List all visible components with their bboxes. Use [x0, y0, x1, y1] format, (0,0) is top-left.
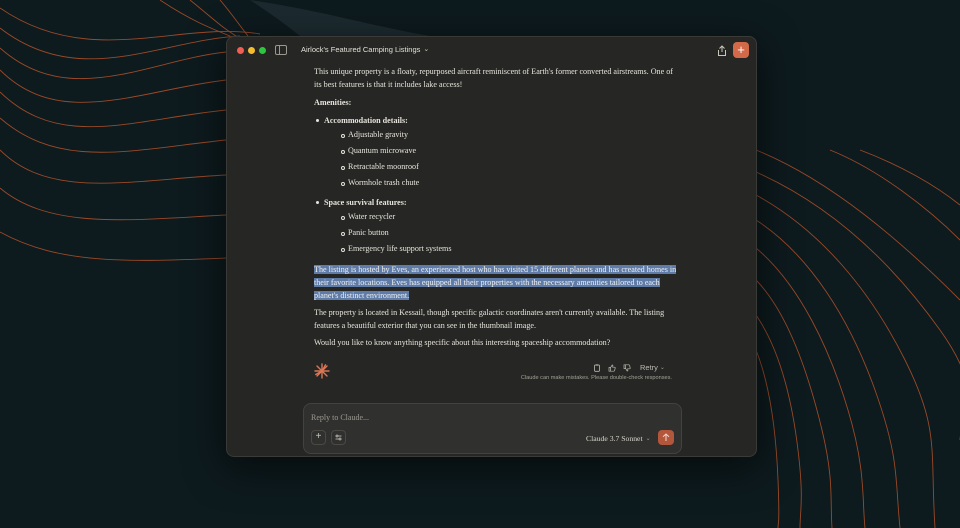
sidebar-icon[interactable]	[275, 45, 287, 55]
intro-paragraph: This unique property is a floaty, repurp…	[314, 67, 673, 89]
list-item: Wormhole trash chute	[338, 175, 679, 191]
retry-button[interactable]: Retry ⌄	[640, 363, 665, 372]
amenities-heading: Amenities:	[314, 98, 352, 107]
send-button[interactable]	[658, 430, 674, 445]
app-window: Airlock's Featured Camping Listings ⌄ + …	[226, 36, 757, 457]
disclaimer-text: Claude can make mistakes. Please double-…	[520, 375, 672, 381]
reply-input[interactable]	[311, 410, 571, 424]
title-bar: Airlock's Featured Camping Listings ⌄ +	[227, 37, 756, 64]
assistant-message: This unique property is a floaty, repurp…	[314, 64, 679, 349]
close-window-button[interactable]	[237, 47, 244, 54]
amenity-category: Accommodation details: Adjustable gravit…	[314, 114, 679, 191]
claude-logo-icon	[314, 363, 330, 379]
thumbs-down-icon[interactable]	[623, 363, 631, 372]
retry-label: Retry	[640, 363, 658, 372]
plus-icon: +	[737, 42, 745, 57]
list-item: Panic button	[338, 225, 679, 241]
conversation-title: Airlock's Featured Camping Listings	[301, 45, 421, 54]
model-selector[interactable]: Claude 3.7 Sonnet ⌄	[586, 434, 651, 443]
arrow-up-icon	[662, 433, 670, 441]
chevron-down-icon: ⌄	[659, 365, 665, 371]
share-icon[interactable]	[716, 45, 728, 57]
list-item: Retractable moonroof	[338, 159, 679, 175]
list-item: Adjustable gravity	[338, 127, 679, 143]
copy-icon[interactable]	[593, 363, 601, 372]
minimize-window-button[interactable]	[248, 47, 255, 54]
category-label: Space survival features:	[324, 198, 407, 207]
thumbs-up-icon[interactable]	[608, 364, 616, 372]
amenity-sublist: Water recycler Panic button Emergency li…	[324, 209, 679, 257]
message-composer: + Claude 3.7 Sonnet ⌄	[303, 403, 682, 454]
host-paragraph: The listing is hosted by Eves, an experi…	[314, 263, 679, 302]
attach-button[interactable]: +	[311, 430, 326, 445]
message-actions: Retry ⌄	[593, 363, 665, 372]
new-chat-button[interactable]: +	[733, 42, 749, 58]
plus-icon: +	[315, 431, 322, 442]
amenity-category: Space survival features: Water recycler …	[314, 196, 679, 257]
list-item: Emergency life support systems	[338, 241, 679, 257]
category-label: Accommodation details:	[324, 116, 408, 125]
selected-text: The listing is hosted by Eves, an experi…	[314, 265, 677, 300]
list-item: Quantum microwave	[338, 143, 679, 159]
follow-up-question: Would you like to know anything specific…	[314, 338, 611, 347]
model-name: Claude 3.7 Sonnet	[586, 434, 643, 443]
list-item: Water recycler	[338, 209, 679, 225]
conversation-title-dropdown[interactable]: Airlock's Featured Camping Listings ⌄	[301, 45, 429, 54]
amenity-sublist: Adjustable gravity Quantum microwave Ret…	[324, 127, 679, 191]
amenities-list: Accommodation details: Adjustable gravit…	[314, 114, 679, 257]
chevron-down-icon: ⌄	[423, 46, 430, 53]
chevron-down-icon: ⌄	[645, 436, 651, 442]
sliders-icon	[335, 434, 342, 441]
zoom-window-button[interactable]	[259, 47, 266, 54]
location-paragraph: The property is located in Kessail, thou…	[314, 308, 665, 330]
tools-button[interactable]	[331, 430, 346, 445]
